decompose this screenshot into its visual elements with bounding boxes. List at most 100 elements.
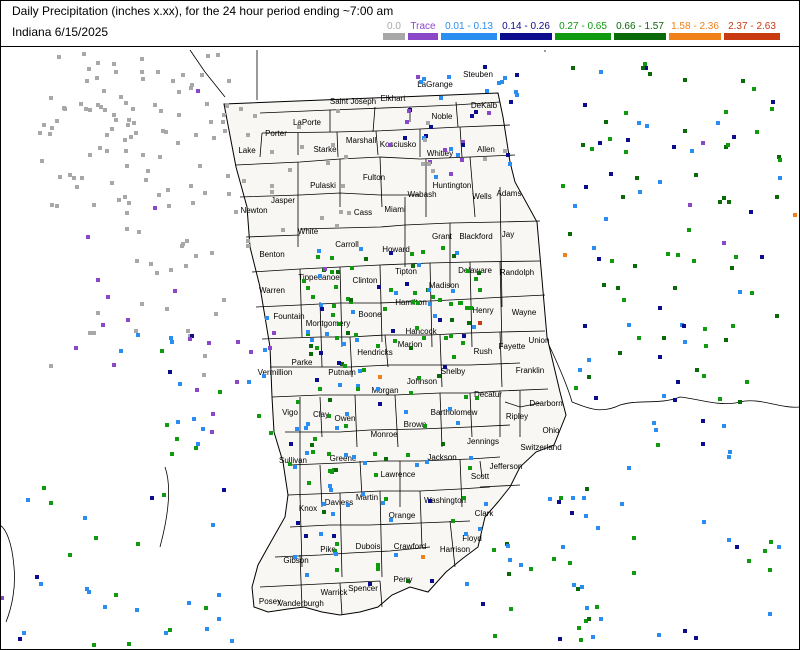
county-label: Fayette — [499, 342, 526, 351]
station-marker — [462, 334, 466, 338]
station-marker — [269, 431, 273, 435]
station-marker — [134, 329, 138, 333]
station-marker — [423, 138, 427, 142]
station-marker — [447, 75, 451, 79]
station-marker — [468, 466, 472, 470]
station-marker — [304, 534, 308, 538]
legend-swatch — [383, 33, 405, 40]
station-marker — [469, 456, 473, 460]
station-marker — [583, 103, 587, 107]
station-marker — [200, 73, 204, 77]
station-marker — [602, 283, 606, 287]
station-marker — [590, 147, 594, 151]
station-marker — [50, 203, 54, 207]
station-marker — [438, 298, 442, 302]
county-label: Jennings — [467, 437, 499, 446]
station-marker — [336, 270, 340, 274]
station-marker — [407, 109, 411, 113]
station-marker — [383, 307, 387, 311]
station-marker — [149, 262, 153, 266]
station-marker — [88, 108, 92, 112]
station-marker — [672, 145, 676, 149]
station-marker — [79, 102, 83, 106]
station-marker — [188, 337, 192, 341]
station-marker — [666, 252, 670, 256]
station-marker — [493, 634, 497, 638]
station-marker — [102, 89, 106, 93]
county-label: Allen — [477, 145, 495, 154]
station-marker — [140, 57, 144, 61]
station-marker — [604, 217, 608, 221]
station-marker — [205, 102, 209, 106]
station-marker — [146, 169, 150, 173]
station-marker — [190, 83, 194, 87]
station-marker — [598, 141, 602, 145]
map-window: Daily Precipitation (inches x.xx), for t… — [0, 0, 800, 650]
station-marker — [311, 295, 315, 299]
station-marker — [88, 153, 92, 157]
station-marker — [227, 79, 231, 83]
station-marker — [177, 90, 181, 94]
station-marker — [137, 230, 141, 234]
station-marker — [450, 318, 454, 322]
station-marker — [83, 516, 87, 520]
station-marker — [196, 89, 200, 93]
county-label: Martin — [356, 493, 378, 502]
station-marker — [49, 501, 53, 505]
station-marker — [585, 606, 589, 610]
station-marker — [734, 255, 738, 259]
county-label: Union — [529, 336, 550, 345]
station-marker — [50, 126, 54, 130]
station-marker — [571, 496, 575, 500]
station-marker — [127, 118, 131, 122]
county-label: Sullivan — [279, 456, 307, 465]
station-marker — [49, 364, 53, 368]
station-marker — [177, 113, 181, 117]
station-marker — [80, 176, 84, 180]
station-marker — [99, 105, 103, 109]
station-marker — [384, 497, 388, 501]
station-marker — [376, 567, 380, 571]
station-marker — [405, 120, 409, 124]
station-marker — [738, 400, 742, 404]
station-marker — [662, 336, 666, 340]
station-marker — [49, 96, 53, 100]
station-marker — [638, 190, 642, 194]
county-label: Hendricks — [357, 348, 393, 357]
station-marker — [86, 235, 90, 239]
station-marker — [112, 363, 116, 367]
station-marker — [68, 173, 72, 177]
station-marker — [627, 466, 631, 470]
station-marker — [658, 355, 662, 359]
station-marker — [656, 443, 660, 447]
station-marker — [203, 191, 207, 195]
station-marker — [110, 181, 114, 185]
station-marker — [126, 123, 130, 127]
station-marker — [103, 108, 107, 112]
county-label: Tipton — [395, 267, 417, 276]
station-marker — [127, 201, 131, 205]
station-marker — [374, 473, 378, 477]
station-marker — [268, 346, 272, 350]
station-marker — [701, 419, 705, 423]
station-marker — [184, 264, 188, 268]
station-marker — [451, 519, 455, 523]
station-marker — [673, 398, 677, 402]
station-marker — [752, 87, 756, 91]
station-marker — [124, 101, 128, 105]
county-label: Miami — [384, 205, 406, 214]
county-label: Henry — [472, 306, 493, 315]
county-label: Steuben — [463, 70, 493, 79]
station-marker — [58, 175, 62, 179]
station-marker — [166, 188, 170, 192]
station-marker — [105, 149, 109, 153]
station-marker — [508, 558, 512, 562]
county-label: Lawrence — [381, 470, 416, 479]
county-label: Warrick — [321, 588, 349, 597]
station-marker — [236, 340, 240, 344]
station-marker — [207, 341, 211, 345]
station-marker — [112, 113, 116, 117]
station-marker — [422, 336, 426, 340]
station-marker — [141, 77, 145, 81]
county-label: Benton — [259, 250, 284, 259]
